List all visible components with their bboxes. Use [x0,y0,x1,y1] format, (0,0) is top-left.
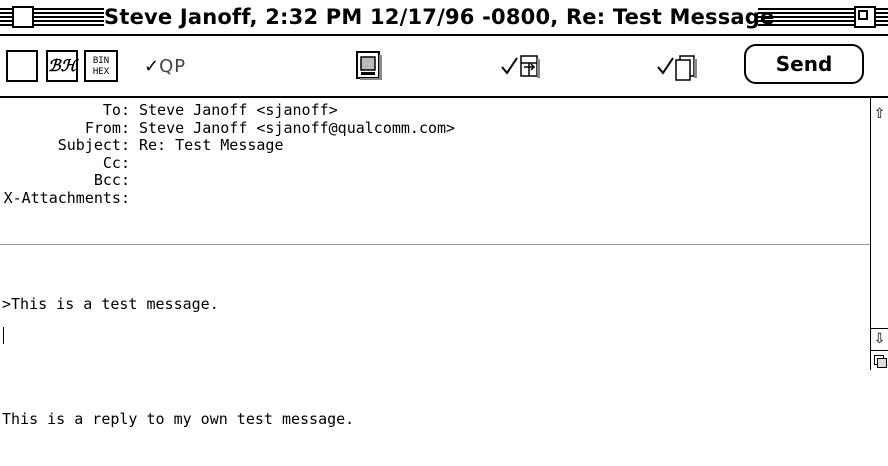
message-body[interactable]: >This is a test message. This is a reply… [2,258,354,466]
header-label: To: [102,101,130,119]
checkmark-icon: ✓ [144,56,160,77]
text-document-icon[interactable] [354,50,384,82]
body-line-quoted: >This is a test message. [2,295,219,313]
cc-field[interactable] [130,155,139,173]
quoted-printable-label: QP [159,56,187,77]
send-button[interactable]: Send [744,44,864,84]
header-label: Cc: [102,153,130,172]
header-label: Bcc: [93,171,130,189]
resize-grow-box-icon[interactable] [871,350,888,370]
from-field[interactable]: Steve Janoff <sjanoff@qualcomm.com> [130,119,455,138]
toolbar: ℬℋ BIN HEX ✓QP Send [0,36,888,98]
attachments-field[interactable] [130,190,139,208]
window-title: Steve Janoff, 2:32 PM 12/17/96 -0800, Re… [104,2,774,32]
tabs-in-body-icon[interactable] [500,50,544,82]
header-body-divider [0,244,870,245]
header-row-bcc[interactable]: Bcc: [2,171,455,190]
vertical-scrollbar[interactable]: ⇧ ⇩ [870,98,888,370]
zoom-box-icon[interactable] [854,6,876,28]
body-line-reply: This is a reply to my own test message. [2,410,355,428]
to-field[interactable]: Steve Janoff <sjanoff> [130,101,338,120]
message-editor[interactable]: To: Steve Janoff <sjanoff> From: Steve J… [0,98,870,428]
header-row-cc[interactable]: Cc: [2,153,455,173]
binhex-label-top: BIN [92,56,110,66]
quoted-printable-toggle[interactable]: ✓QP [144,52,186,82]
binhex-icon[interactable]: BIN HEX [84,50,118,82]
title-bar[interactable]: Steve Janoff, 2:32 PM 12/17/96 -0800, Re… [0,0,888,36]
keep-copies-icon[interactable] [656,50,700,82]
bcc-field[interactable] [130,172,139,190]
message-headers: To: Steve Janoff <sjanoff> From: Steve J… [2,101,456,208]
header-label: X-Attachments: [3,188,130,207]
scroll-up-arrow-icon[interactable]: ⇧ [871,104,888,124]
header-row-from[interactable]: From: Steve Janoff <sjanoff@qualcomm.com… [2,118,455,138]
subject-field[interactable]: Re: Test Message [130,136,284,155]
close-box-icon[interactable] [12,6,34,28]
scroll-down-arrow-icon[interactable]: ⇩ [871,328,888,349]
text-cursor [3,327,4,344]
header-row-attachments[interactable]: X-Attachments: [2,188,455,208]
signature-icon[interactable]: ℬℋ [46,50,78,82]
blank-option-icon[interactable] [6,50,38,82]
header-row-subject[interactable]: Subject: Re: Test Message [2,136,455,155]
binhex-label-bottom: HEX [92,67,110,77]
header-row-to[interactable]: To: Steve Janoff <sjanoff> [2,101,455,120]
header-label: Subject: [57,136,130,154]
header-label: From: [84,118,130,137]
